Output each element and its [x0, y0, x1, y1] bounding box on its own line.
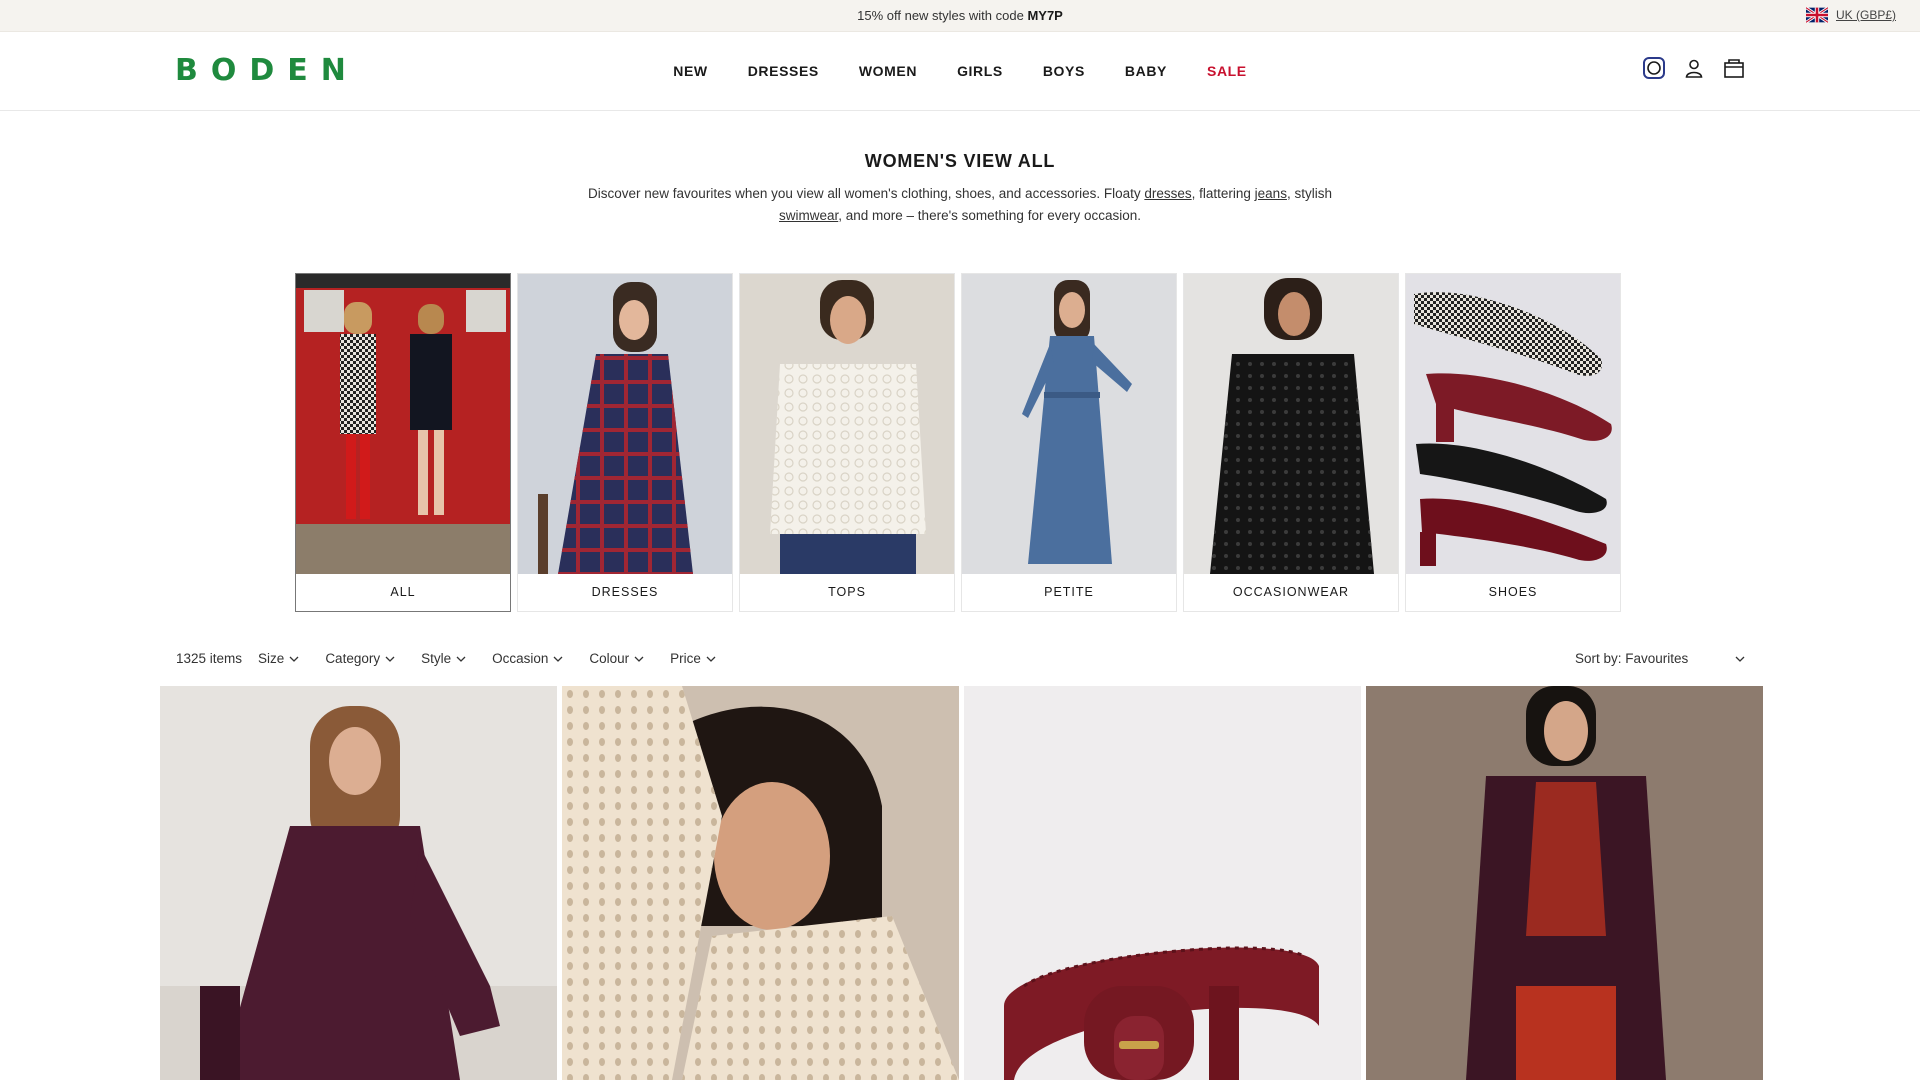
category-image-petite — [962, 274, 1176, 574]
product-grid — [160, 686, 1763, 1080]
region-label[interactable]: UK (GBP£) — [1836, 8, 1896, 22]
nav-baby[interactable]: BABY — [1125, 63, 1167, 79]
filter-price[interactable]: Price — [670, 651, 716, 666]
product-card[interactable] — [1366, 686, 1763, 1080]
category-label: OCCASIONWEAR — [1232, 585, 1350, 599]
account-button[interactable] — [1683, 57, 1705, 79]
bag-icon — [1724, 59, 1744, 78]
nav-boys[interactable]: BOYS — [1043, 63, 1085, 79]
filter-occasion[interactable]: Occasion — [492, 651, 563, 666]
filter-colour[interactable]: Colour — [589, 651, 644, 666]
chevron-down-icon — [289, 656, 299, 662]
product-image — [964, 686, 1361, 1080]
filter-style[interactable]: Style — [421, 651, 466, 666]
category-image-occasionwear — [1184, 274, 1398, 574]
nav-new[interactable]: NEW — [673, 63, 707, 79]
category-tile-tops[interactable]: TOPS — [739, 273, 955, 612]
product-image — [1366, 686, 1763, 1080]
category-label: SHOES — [1488, 585, 1538, 599]
category-label: PETITE — [1044, 585, 1094, 599]
region-selector[interactable]: UK (GBP£) — [1805, 7, 1896, 23]
filter-bar: 1325 items Size Category Style Occasion … — [176, 651, 716, 666]
promo-bar: 15% off new styles with code MY7P UK (GB… — [0, 0, 1920, 32]
link-jeans[interactable]: jeans — [1255, 186, 1287, 201]
nav-sale[interactable]: SALE — [1207, 63, 1247, 79]
product-card[interactable] — [562, 686, 959, 1080]
sort-label: Sort by: Favourites — [1575, 651, 1689, 666]
category-tile-occasionwear[interactable]: OCCASIONWEAR — [1183, 273, 1399, 612]
uk-flag-icon — [1805, 7, 1828, 23]
promo-code: MY7P — [1027, 8, 1063, 23]
category-tile-petite[interactable]: PETITE — [961, 273, 1177, 612]
category-tile-shoes[interactable]: SHOES — [1405, 273, 1621, 612]
item-count: 1325 items — [176, 651, 243, 666]
chevron-down-icon — [553, 656, 563, 662]
category-image-all — [296, 274, 510, 574]
chevron-down-icon — [634, 656, 644, 662]
category-tile-all[interactable]: ALL — [295, 273, 511, 612]
category-label: TOPS — [828, 585, 866, 599]
chevron-down-icon — [385, 656, 395, 662]
category-image-tops — [740, 274, 954, 574]
sort-dropdown[interactable]: Sort by: Favourites — [1575, 651, 1745, 666]
category-image-shoes — [1406, 274, 1620, 574]
category-tile-dresses[interactable]: DRESSES — [517, 273, 733, 612]
nav-women[interactable]: WOMEN — [859, 63, 917, 79]
product-image — [160, 686, 557, 1080]
boden-logo[interactable]: BODEN — [175, 53, 359, 88]
chevron-down-icon — [456, 656, 466, 662]
link-swimwear[interactable]: swimwear — [779, 208, 838, 223]
account-icon — [1685, 59, 1703, 78]
bag-button[interactable] — [1723, 57, 1745, 79]
nav-girls[interactable]: GIRLS — [957, 63, 1003, 79]
category-label: DRESSES — [591, 585, 659, 599]
category-tiles: ALL DRESSES TOPS PETITE OCCASIONWEAR SHO… — [295, 273, 1621, 612]
nav-dresses[interactable]: DRESSES — [748, 63, 819, 79]
chevron-down-icon — [1735, 656, 1745, 662]
search-icon — [1647, 61, 1661, 75]
link-dresses[interactable]: dresses — [1144, 186, 1191, 201]
site-header: BODEN NEW DRESSES WOMEN GIRLS BOYS BABY … — [0, 33, 1920, 111]
chevron-down-icon — [706, 656, 716, 662]
product-card[interactable] — [160, 686, 557, 1080]
intro-text: Discover new favourites when you view al… — [588, 186, 1332, 223]
promo-text: 15% off new styles with code MY7P — [857, 8, 1063, 23]
filter-size[interactable]: Size — [258, 651, 299, 666]
product-card[interactable] — [964, 686, 1361, 1080]
category-label: ALL — [390, 585, 416, 599]
search-button[interactable] — [1643, 57, 1665, 79]
filter-category[interactable]: Category — [325, 651, 395, 666]
page-title: WOMEN'S VIEW ALL — [864, 151, 1056, 171]
header-actions — [1643, 57, 1745, 79]
product-image — [562, 686, 959, 1080]
category-image-dresses — [518, 274, 732, 574]
